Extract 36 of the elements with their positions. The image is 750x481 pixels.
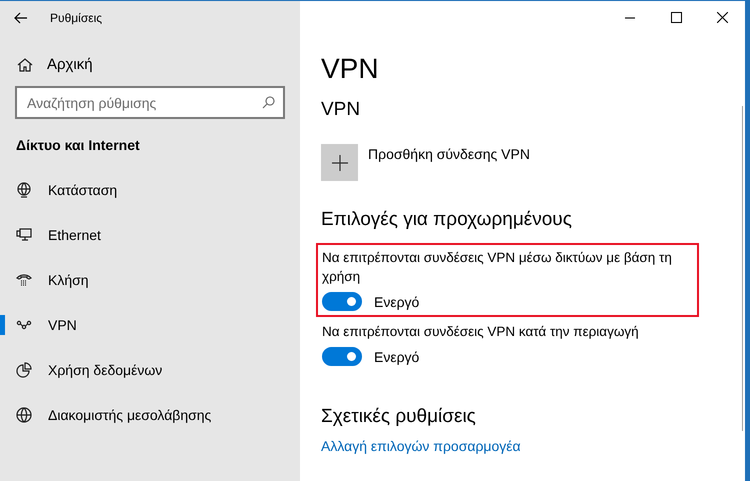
- sidebar-item[interactable]: VPN: [0, 302, 300, 347]
- pie-chart-icon: [16, 362, 32, 378]
- close-icon: [716, 12, 728, 22]
- scrollbar[interactable]: [742, 106, 743, 431]
- adapter-options-link[interactable]: Αλλαγή επιλογών προσαρμογέα: [321, 438, 745, 454]
- section-heading: VPN: [321, 99, 362, 121]
- toggle-state: Ενεργό: [374, 348, 420, 364]
- globe-monitor-icon: [16, 182, 32, 198]
- section-heading: Σχετικές ρυθμίσεις: [321, 406, 477, 428]
- sidebar-item[interactable]: Κλήση: [0, 257, 300, 302]
- home-icon: [17, 56, 33, 72]
- option-label: Να επιτρέπονται συνδέσεις VPN μέσω δικτύων με βάση τη χρήση: [322, 249, 673, 286]
- search-input[interactable]: Αναζήτηση ρύθμισης: [25, 94, 262, 112]
- window-title: Ρυθμίσεις: [50, 11, 102, 25]
- sidebar-item[interactable]: Διακομιστής μεσολάβησης: [0, 392, 300, 437]
- section-heading: Επιλογές για προχωρημένους: [321, 209, 573, 231]
- plus-icon: [332, 154, 348, 170]
- back-button[interactable]: [14, 12, 28, 24]
- section-heading: Δίκτυο και Internet: [15, 136, 141, 153]
- toggle-switch[interactable]: [322, 347, 362, 366]
- add-vpn-label: Προσθήκη σύνδεσης VPN: [368, 146, 530, 164]
- sidebar-item[interactable]: Κατάσταση: [0, 167, 300, 212]
- home-link[interactable]: Αρχική: [0, 35, 300, 73]
- page-title: VPN: [321, 53, 380, 85]
- sidebar-item[interactable]: Ethernet: [0, 212, 300, 257]
- sidebar-item[interactable]: Χρήση δεδομένων: [0, 347, 300, 392]
- option-label: Να επιτρέπονται συνδέσεις VPN κατά την περιαγωγή: [322, 323, 640, 341]
- search-field[interactable]: Αναζήτηση ρύθμισης: [15, 86, 285, 119]
- toggle-state: Ενεργό: [374, 294, 420, 310]
- add-button[interactable]: [321, 144, 358, 181]
- toggle-switch[interactable]: [322, 292, 362, 311]
- globe-icon: [16, 406, 32, 422]
- maximize-icon: [670, 12, 682, 22]
- phone-icon: [16, 272, 32, 288]
- search-icon: [262, 96, 275, 109]
- monitor-icon: [16, 226, 32, 242]
